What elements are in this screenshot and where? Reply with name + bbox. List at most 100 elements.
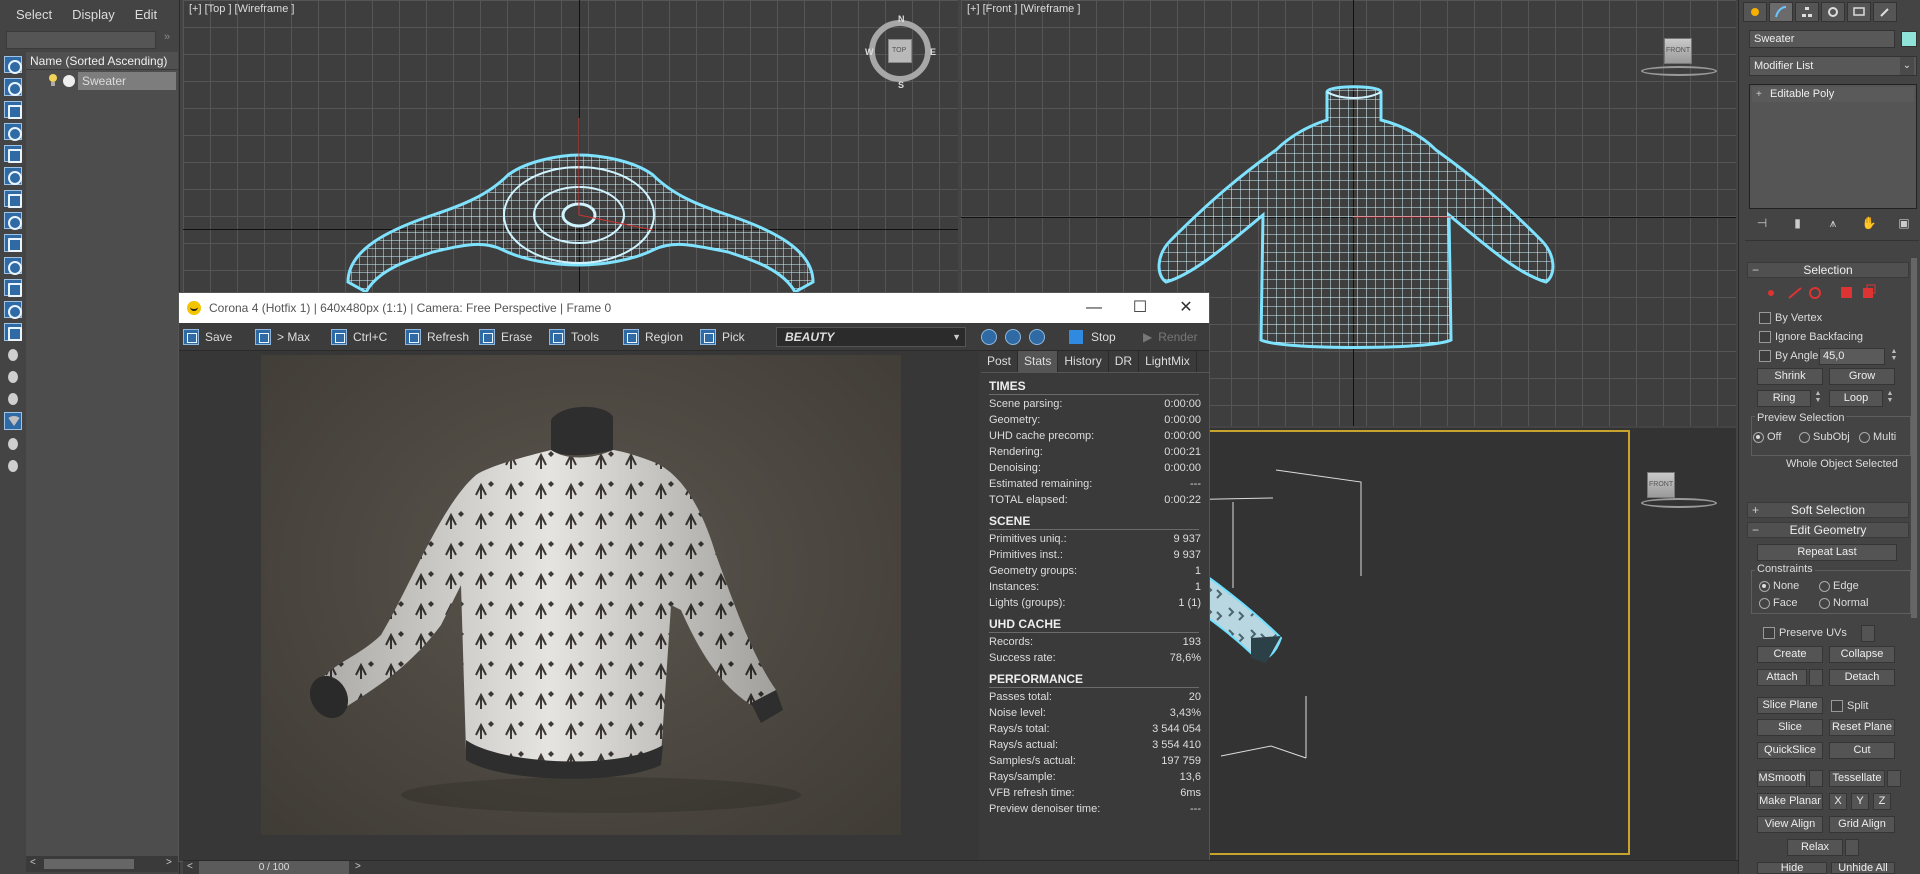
- ring-spinner[interactable]: ▲ ▼: [1813, 390, 1823, 406]
- page-icon[interactable]: [4, 368, 22, 385]
- filter-icon[interactable]: [4, 412, 22, 430]
- split-checkbox[interactable]: Split: [1831, 700, 1868, 712]
- by-vertex-checkbox[interactable]: By Vertex: [1759, 312, 1822, 324]
- tessellate-settings-button[interactable]: [1887, 770, 1901, 787]
- display-frozen-icon[interactable]: [4, 323, 22, 342]
- tessellate-button[interactable]: Tessellate: [1829, 770, 1885, 787]
- preview-multi-radio[interactable]: Multi: [1859, 431, 1896, 443]
- display-groups-icon[interactable]: [4, 234, 22, 253]
- planar-x-button[interactable]: X: [1829, 793, 1847, 810]
- preserve-uvs-checkbox[interactable]: Preserve UVs: [1763, 627, 1847, 639]
- tab-motion[interactable]: [1821, 2, 1845, 22]
- constraint-none-radio[interactable]: None: [1759, 580, 1799, 592]
- scroll-right-icon[interactable]: >: [166, 857, 172, 868]
- explorer-row-sweater[interactable]: Sweater: [26, 72, 178, 90]
- object-color-swatch[interactable]: [1901, 31, 1917, 47]
- reset-plane-button[interactable]: Reset Plane: [1829, 719, 1895, 736]
- maximize-button[interactable]: ☐: [1117, 293, 1163, 323]
- rollout-selection[interactable]: − Selection: [1747, 262, 1909, 278]
- save-button[interactable]: Save: [183, 327, 232, 347]
- planar-y-button[interactable]: Y: [1851, 793, 1869, 810]
- attach-settings-button[interactable]: [1809, 669, 1823, 686]
- slice-plane-button[interactable]: Slice Plane: [1757, 697, 1823, 714]
- render-button[interactable]: ▶ Render: [1143, 327, 1198, 347]
- grow-button[interactable]: Grow: [1829, 368, 1895, 385]
- erase-button[interactable]: Erase: [479, 327, 532, 347]
- angle-spinner[interactable]: ▲ ▼: [1889, 348, 1899, 364]
- rollout-edit-geometry[interactable]: − Edit Geometry: [1747, 522, 1909, 538]
- vfb-titlebar[interactable]: Corona 4 (Hotfix 1) | 640x480px (1:1) | …: [179, 293, 1209, 323]
- tab-display[interactable]: [1847, 2, 1871, 22]
- preview-subobj-radio[interactable]: SubObj: [1799, 431, 1850, 443]
- sweater-wireframe-top[interactable]: [183, 0, 958, 294]
- tab-modify[interactable]: [1769, 2, 1793, 22]
- attach-button[interactable]: Attach: [1757, 669, 1807, 686]
- explorer-expand-icon[interactable]: »: [164, 31, 170, 43]
- make-planar-button[interactable]: Make Planar: [1757, 793, 1823, 810]
- tab-create[interactable]: [1743, 2, 1767, 22]
- pick-button[interactable]: Pick: [700, 327, 745, 347]
- show-end-result-icon[interactable]: ▮: [1791, 216, 1805, 230]
- msmooth-settings-button[interactable]: [1809, 770, 1823, 787]
- display-all-icon[interactable]: [4, 78, 22, 97]
- unhide-all-button[interactable]: Unhide All: [1831, 862, 1895, 874]
- layer-icon[interactable]: [4, 390, 22, 407]
- display-geometry-icon[interactable]: [4, 100, 22, 119]
- tab-history[interactable]: History: [1058, 351, 1109, 372]
- hide-selected-button[interactable]: Hide Selected: [1757, 862, 1827, 874]
- relax-button[interactable]: Relax: [1787, 839, 1843, 856]
- explorer-row-label[interactable]: Sweater: [78, 72, 176, 90]
- display-cameras-icon[interactable]: [4, 167, 22, 186]
- copy-button[interactable]: Ctrl+C: [331, 327, 387, 347]
- loop-spinner[interactable]: ▲ ▼: [1885, 390, 1895, 406]
- region-button[interactable]: Region: [623, 327, 683, 347]
- msmooth-button[interactable]: MSmooth: [1757, 770, 1807, 787]
- explorer-horizontal-scrollbar[interactable]: < >: [26, 856, 178, 872]
- display-lights-icon[interactable]: [4, 145, 22, 164]
- display-xrefs-icon[interactable]: [4, 256, 22, 275]
- time-slider[interactable]: < 0 / 100 >: [183, 860, 1738, 874]
- tab-post[interactable]: Post: [981, 351, 1019, 372]
- tab-hierarchy[interactable]: [1795, 2, 1819, 22]
- loop-button[interactable]: Loop: [1829, 390, 1883, 407]
- time-slider-thumb[interactable]: 0 / 100: [199, 861, 349, 874]
- menu-select[interactable]: Select: [8, 5, 60, 24]
- constraint-edge-radio[interactable]: Edge: [1819, 580, 1859, 592]
- planar-z-button[interactable]: Z: [1873, 793, 1891, 810]
- preview-off-radio[interactable]: Off: [1753, 431, 1781, 443]
- display-helpers-icon[interactable]: [4, 189, 22, 208]
- remove-modifier-icon[interactable]: ✋: [1862, 216, 1877, 230]
- list-icon[interactable]: [4, 457, 22, 474]
- display-bones-icon[interactable]: [4, 278, 22, 298]
- vfb-image-area[interactable]: [179, 351, 979, 861]
- display-spacewarps-icon[interactable]: [4, 211, 22, 231]
- time-next-icon[interactable]: >: [355, 861, 361, 872]
- modifier-list-dropdown[interactable]: Modifier List ⌄: [1749, 56, 1917, 76]
- viewport-top[interactable]: [+] [Top ] [Wireframe ] TOP N S E W: [183, 0, 958, 294]
- stop-icon[interactable]: [1069, 330, 1083, 344]
- collapse-button[interactable]: Collapse: [1829, 646, 1895, 663]
- time-prev-icon[interactable]: <: [187, 861, 193, 872]
- view-align-button[interactable]: View Align: [1757, 816, 1823, 833]
- create-button[interactable]: Create: [1757, 646, 1823, 663]
- tab-lightmix[interactable]: LightMix: [1139, 351, 1197, 372]
- scroll-thumb[interactable]: [44, 859, 134, 869]
- constraint-normal-radio[interactable]: Normal: [1819, 597, 1868, 609]
- object-name-field[interactable]: Sweater: [1749, 30, 1895, 48]
- cut-button[interactable]: Cut: [1829, 742, 1895, 759]
- refresh-button[interactable]: Refresh: [405, 327, 469, 347]
- ring-button[interactable]: Ring: [1757, 390, 1811, 407]
- explorer-search-input[interactable]: [6, 31, 156, 49]
- explorer-column-header[interactable]: Name (Sorted Ascending): [26, 52, 178, 70]
- preserve-uvs-settings-button[interactable]: [1861, 625, 1875, 642]
- ignore-backfacing-checkbox[interactable]: Ignore Backfacing: [1759, 331, 1863, 343]
- detach-button[interactable]: Detach: [1829, 669, 1895, 686]
- to-max-button[interactable]: > Max: [255, 327, 310, 347]
- scroll-left-icon[interactable]: <: [30, 857, 36, 868]
- tab-stats[interactable]: Stats: [1018, 351, 1059, 372]
- close-button[interactable]: ✕: [1163, 293, 1209, 323]
- display-containers-icon[interactable]: [4, 301, 22, 320]
- tab-utilities[interactable]: [1873, 2, 1897, 22]
- pin-stack-icon[interactable]: ⊣: [1755, 216, 1769, 230]
- display-none-icon[interactable]: [4, 56, 22, 75]
